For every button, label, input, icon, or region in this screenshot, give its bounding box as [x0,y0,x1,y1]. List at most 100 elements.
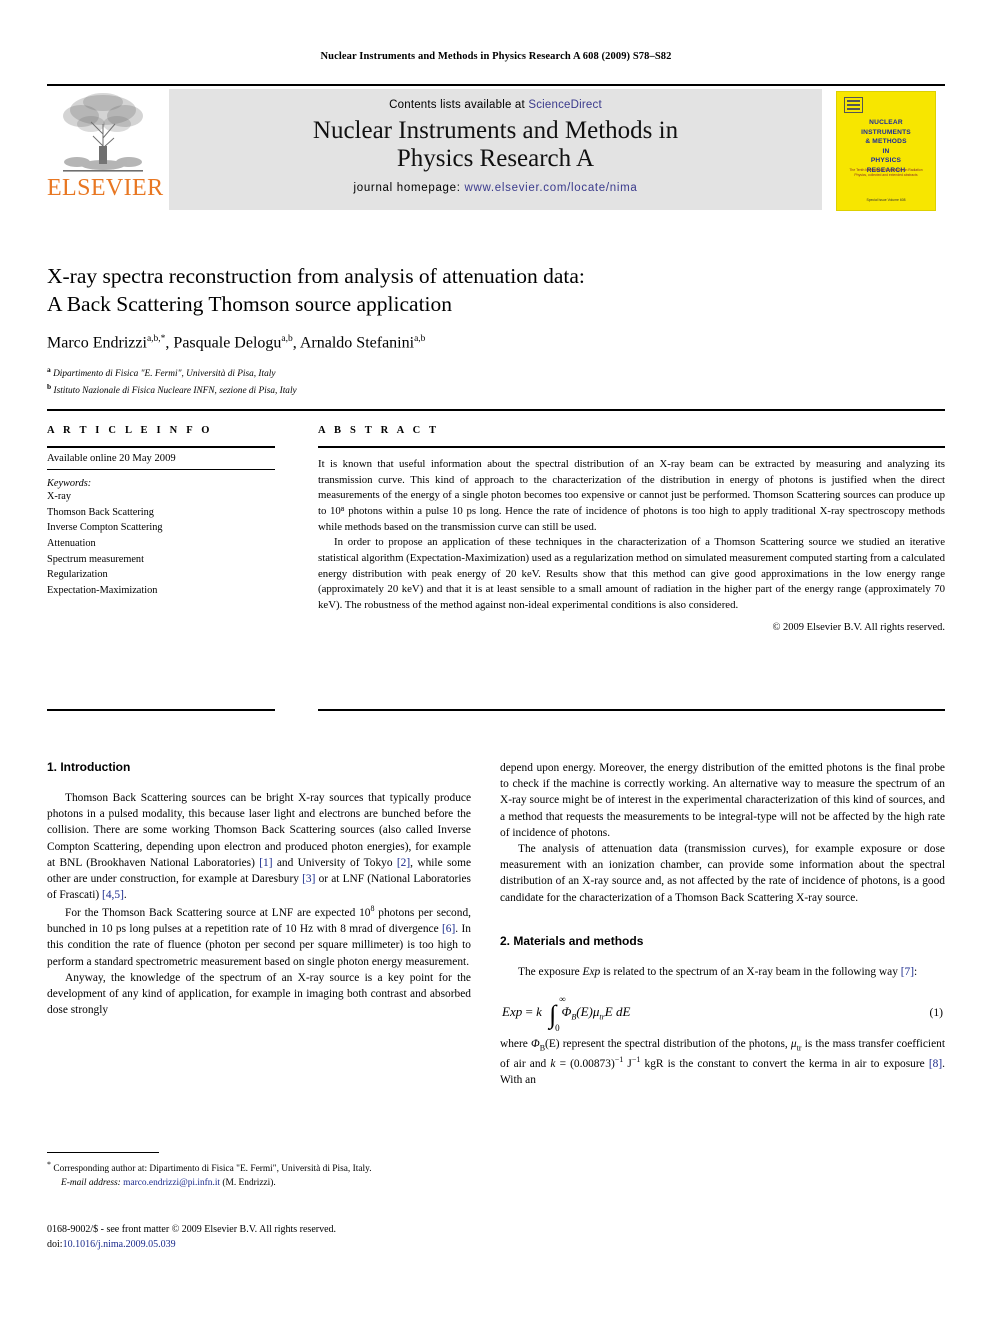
list-item: Inverse Compton Scattering [47,522,163,534]
footnote-rule [47,1152,159,1153]
body-paragraph: The exposure Exp is related to the spect… [500,964,945,980]
cover-title-line-4: PHYSICS [870,157,902,165]
cover-publisher-mark-icon [844,97,863,113]
citation-ref[interactable]: [4,5] [102,889,124,901]
integral-lower-limit: 0 [555,1022,560,1033]
journal-cover-image: NUCLEAR INSTRUMENTS & METHODS IN PHYSICS… [836,91,936,211]
citation-ref[interactable]: [8] [929,1057,942,1069]
corresponding-author-text: Corresponding author at: Dipartimento di… [51,1164,372,1175]
affiliation-mark-0: a [47,364,51,374]
citation-ref[interactable]: [1] [259,857,272,869]
doi-link[interactable]: 10.1016/j.nima.2009.05.039 [63,1239,176,1250]
equation-number: (1) [929,1005,943,1019]
article-info-heading: A R T I C L E I N F O [47,425,213,436]
body-text: : [914,965,918,978]
paper-title-line2: A Back Scattering Thomson source applica… [47,292,453,317]
title-block: X-ray spectra reconstruction from analys… [47,262,927,398]
info-top-rule [47,409,945,411]
list-item: X-ray [47,491,72,503]
journal-title: Nuclear Instruments and Methods in Physi… [169,117,822,173]
keywords-label: Keywords: [47,478,92,490]
equation-tail: E dE [604,1003,631,1019]
body-paragraph: For the Thomson Back Scattering source a… [47,903,471,970]
affiliation-mark-1: b [47,382,52,392]
body-text: . [123,889,127,902]
available-online-text: Available online 20 May 2009 [47,448,275,471]
affiliation-list: a Dipartimento di Fisica "E. Fermi", Uni… [47,364,927,398]
list-item: Spectrum measurement [47,553,144,565]
article-info-bottom-rule [47,709,275,712]
masthead-top-rule [47,84,945,86]
citation-ref[interactable]: [6] [442,923,455,935]
email-owner: (M. Endrizzi). [220,1178,276,1189]
body-paragraph: where ΦB(E) represent the spectral distr… [500,1036,945,1088]
email-label: E-mail address: [61,1178,121,1189]
journal-title-line1: Nuclear Instruments and Methods in [312,117,679,144]
list-item: Regularization [47,569,108,581]
body-text: J [623,1057,632,1070]
equation-energy-arg: (E) [576,1003,593,1019]
author-marks-2: a,b [414,333,426,344]
body-text: kgR is the constant to convert the kerma… [640,1057,929,1070]
footnote-block: * Corresponding author at: Dipartimento … [47,1152,471,1188]
abstract-bottom-rule [318,709,945,712]
body-text: = (0.00873) [555,1057,615,1070]
cover-subtitle: The Tenth International Symposium on Rad… [849,168,923,178]
affiliation-1: b Istituto Nazionale di Fisica Nucleare … [47,381,927,398]
author-name-0: Marco Endrizzi [47,334,147,352]
journal-banner: Contents lists available at ScienceDirec… [169,89,822,210]
italic-term: Exp [582,965,601,978]
journal-masthead: ELSEVIER Contents lists available at Sci… [47,88,945,213]
exponent: −1 [614,1054,624,1064]
doi-label: doi: [47,1239,63,1250]
journal-homepage-line: journal homepage: www.elsevier.com/locat… [169,182,822,194]
elsevier-tree-icon [63,93,143,172]
body-text: The exposure [518,965,583,978]
issn-line: 0168-9002/$ - see front matter © 2009 El… [47,1224,337,1235]
journal-homepage-label: journal homepage: [353,182,465,194]
doi-line: doi:10.1016/j.nima.2009.05.039 [47,1237,471,1252]
affiliation-text-0: Dipartimento di Fisica "E. Fermi", Unive… [53,368,276,379]
body-paragraph: depend upon energy. Moreover, the energy… [500,762,945,839]
abstract-heading: A B S T R A C T [318,425,440,436]
equation-k: k [536,1003,542,1019]
author-name-2: Arnaldo Stefanini [299,334,415,352]
citation-ref[interactable]: [7] [901,966,914,978]
paper-title-line1: X-ray spectra reconstruction from analys… [47,264,585,288]
corresponding-author-note: * Corresponding author at: Dipartimento … [47,1159,471,1176]
equation-phi: Φ [561,1003,572,1019]
integral-sign-icon: ∫ ∞ 0 [549,993,566,1033]
author-list: Marco Endrizzia,b,*, Pasquale Delogua,b,… [47,333,426,352]
citation-ref[interactable]: [2] [397,857,410,869]
contents-prefix: Contents lists available at [389,99,529,111]
body-text: is related to the spectrum of an X-ray b… [600,965,901,978]
email-note: E-mail address: marco.endrizzi@pi.infn.i… [47,1178,471,1188]
body-text: and University of Tokyo [272,856,397,869]
equation-lhs: Exp [502,1003,523,1019]
journal-homepage-link[interactable]: www.elsevier.com/locate/nima [465,182,638,194]
cover-title: NUCLEAR INSTRUMENTS & METHODS IN PHYSICS… [837,118,935,175]
article-info-column: A R T I C L E I N F O Available online 2… [47,425,275,599]
elsevier-logo: ELSEVIER [47,88,163,213]
cover-title-line-2: & METHODS [865,138,907,146]
sciencedirect-link[interactable]: ScienceDirect [528,99,602,111]
body-text: where [500,1037,532,1050]
abstract-body: It is known that useful information abou… [318,457,945,613]
equation-expression: Exp = k ∫ ∞ 0 ΦB(E)μtrE dE [502,993,631,1033]
abstract-column: A B S T R A C T It is known that useful … [318,425,945,633]
running-head: Nuclear Instruments and Methods in Physi… [320,51,672,62]
keywords-list: X-ray Thomson Back Scattering Inverse Co… [47,489,275,598]
body-text: (E) represent the spectral distribution … [545,1037,791,1050]
equation-phi-inline: Φ [531,1037,540,1050]
journal-title-line2: Physics Research A [396,145,595,172]
body-paragraph: The analysis of attenuation data (transm… [500,842,945,904]
email-link[interactable]: marco.endrizzi@pi.infn.it [123,1178,220,1188]
abstract-paragraph-1: It is known that useful information abou… [318,458,945,533]
author-marks-1: a,b [281,333,293,344]
abstract-paragraph-2: In order to propose an application of th… [318,536,945,611]
abstract-heading-rule [318,446,945,449]
affiliation-0: a Dipartimento di Fisica "E. Fermi", Uni… [47,364,927,381]
cover-title-line-1: INSTRUMENTS [861,128,911,136]
cover-title-line-0: NUCLEAR [869,119,903,126]
citation-ref[interactable]: [3] [302,873,315,885]
